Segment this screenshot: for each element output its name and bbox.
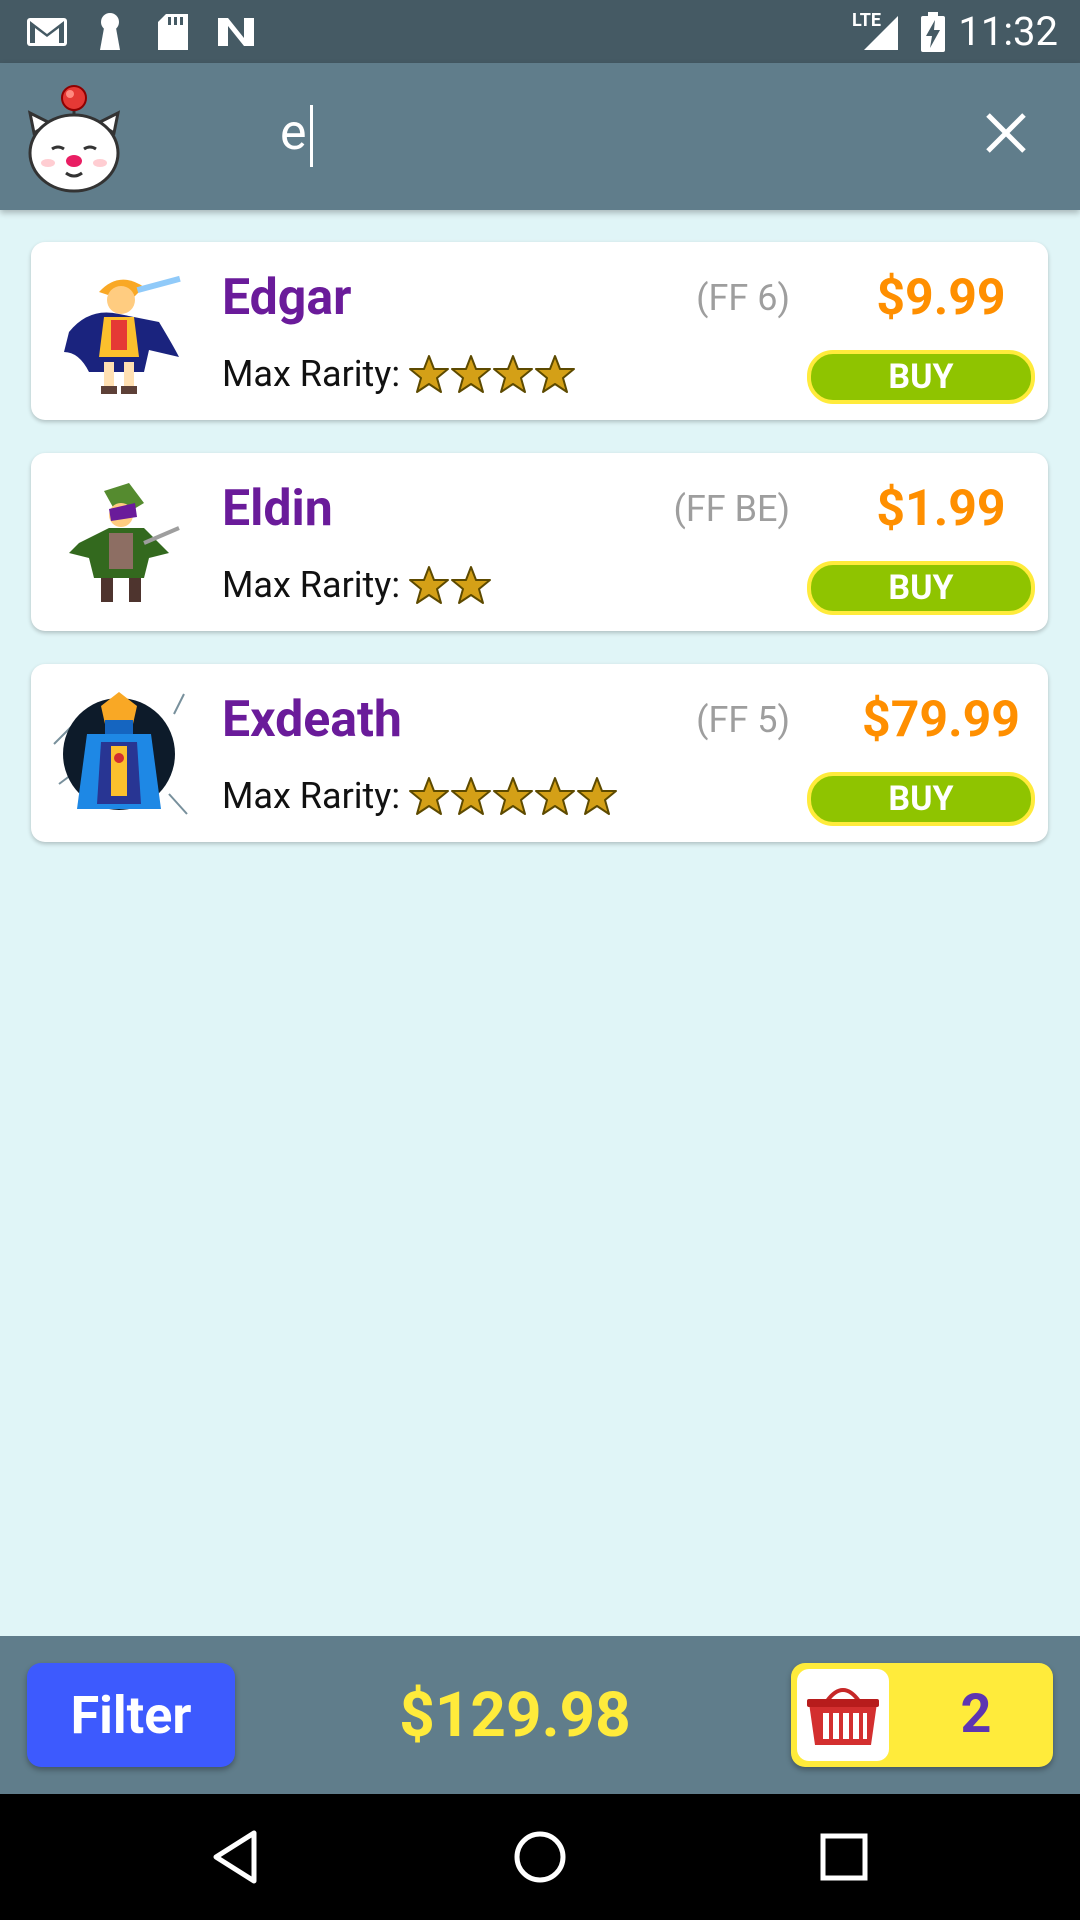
close-icon[interactable] xyxy=(980,107,1032,159)
buy-button[interactable]: BUY xyxy=(807,561,1035,615)
price: $79.99 xyxy=(862,691,1020,749)
rarity: Max Rarity: xyxy=(222,352,576,396)
basket-icon xyxy=(807,1688,879,1745)
navigation-bar xyxy=(0,1794,1080,1920)
moogle-icon[interactable] xyxy=(24,83,124,195)
cart-icon-container xyxy=(797,1669,889,1761)
buy-button[interactable]: BUY xyxy=(807,350,1035,404)
list-item[interactable]: Edgar (FF 6) $9.99 Max Rarity: BUY xyxy=(31,242,1048,420)
rarity-label: Max Rarity: xyxy=(222,775,401,817)
series-label: (FF BE) xyxy=(673,488,790,530)
home-icon[interactable] xyxy=(510,1827,570,1887)
app-bar xyxy=(0,63,1080,210)
star-icon xyxy=(535,777,576,815)
star-icon xyxy=(451,355,492,393)
rarity: Max Rarity: xyxy=(222,563,492,607)
rarity-stars xyxy=(408,775,618,817)
rarity-label: Max Rarity: xyxy=(222,564,401,606)
rarity-stars xyxy=(408,353,576,395)
star-icon xyxy=(409,355,450,393)
character-name: Edgar xyxy=(222,269,352,327)
character-portrait xyxy=(53,692,188,815)
text-cursor xyxy=(309,105,313,167)
cart-count: 2 xyxy=(960,1683,992,1746)
battery-charging-icon xyxy=(921,12,945,52)
star-icon xyxy=(451,566,492,604)
filter-button[interactable]: Filter xyxy=(27,1663,235,1767)
gmail-icon xyxy=(27,18,67,46)
price: $9.99 xyxy=(876,269,1006,327)
star-icon xyxy=(493,777,534,815)
star-icon xyxy=(535,355,576,393)
character-name: Exdeath xyxy=(222,691,402,749)
keyhole-icon xyxy=(100,13,120,50)
list-item[interactable]: Eldin (FF BE) $1.99 Max Rarity: BUY xyxy=(31,453,1048,631)
bottom-bar: Filter $129.98 2 xyxy=(0,1636,1080,1794)
recents-icon[interactable] xyxy=(814,1827,874,1887)
search-input[interactable] xyxy=(280,93,920,173)
clock: 11:32 xyxy=(958,8,1058,55)
character-portrait xyxy=(64,275,181,394)
signal-icon xyxy=(864,16,898,50)
rarity: Max Rarity: xyxy=(222,774,618,818)
character-name: Eldin xyxy=(222,480,333,538)
price: $1.99 xyxy=(876,480,1006,538)
rarity-stars xyxy=(408,564,492,606)
series-label: (FF 5) xyxy=(696,699,790,741)
star-icon xyxy=(451,777,492,815)
star-icon xyxy=(409,777,450,815)
series-label: (FF 6) xyxy=(696,277,790,319)
n-icon xyxy=(218,18,254,46)
list-item[interactable]: Exdeath (FF 5) $79.99 Max Rarity: BUY xyxy=(31,664,1048,842)
status-bar: LTE 11:32 xyxy=(0,0,1080,63)
buy-button[interactable]: BUY xyxy=(807,772,1035,826)
star-icon xyxy=(493,355,534,393)
results-list: Edgar (FF 6) $9.99 Max Rarity: BUY Eldin… xyxy=(31,242,1048,875)
sd-card-icon xyxy=(158,14,188,50)
cart-total: $129.98 xyxy=(399,1679,631,1752)
back-icon[interactable] xyxy=(206,1827,266,1887)
star-icon xyxy=(577,777,618,815)
cart-button[interactable]: 2 xyxy=(791,1663,1053,1767)
star-icon xyxy=(409,566,450,604)
character-portrait xyxy=(69,483,180,602)
rarity-label: Max Rarity: xyxy=(222,353,401,395)
